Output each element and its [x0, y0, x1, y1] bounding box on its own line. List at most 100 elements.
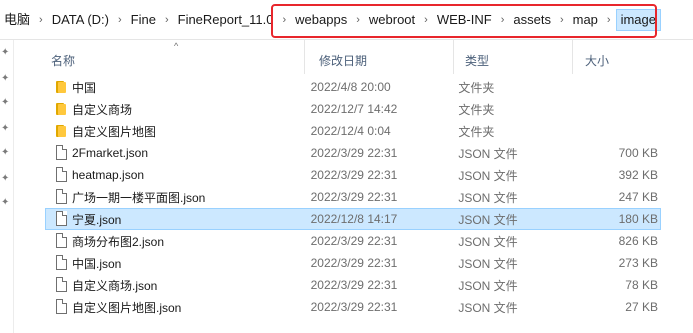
breadcrumb-item[interactable]: webapps: [291, 9, 351, 31]
file-modified-date: 2022/12/7 14:42: [310, 102, 398, 116]
breadcrumb-separator-icon[interactable]: ›: [555, 9, 569, 31]
file-name: 中国.json: [72, 256, 122, 271]
column-header-date[interactable]: 修改日期: [305, 40, 454, 74]
breadcrumb-separator-icon[interactable]: ›: [34, 9, 48, 31]
breadcrumb-separator-icon[interactable]: ›: [496, 9, 510, 31]
file-icon: [56, 255, 67, 270]
file-type: JSON 文件: [458, 212, 518, 227]
file-modified-date: 2022/3/29 22:31: [310, 146, 398, 160]
file-size: 180 KB: [618, 212, 658, 226]
column-header-date-label: 修改日期: [319, 54, 368, 68]
breadcrumb-separator-icon[interactable]: ›: [351, 9, 365, 31]
breadcrumb-separator-icon[interactable]: ›: [113, 9, 127, 31]
pin-icon[interactable]: ✦: [1, 198, 11, 208]
column-header-type[interactable]: 类型: [454, 40, 573, 74]
row-icon-cell: [46, 98, 66, 120]
breadcrumb-item[interactable]: Fine: [127, 9, 160, 31]
file-type: JSON 文件: [458, 300, 518, 315]
row-icon-cell: [46, 76, 66, 98]
file-name: 2Fmarket.json: [72, 146, 149, 160]
file-row[interactable]: 自定义商场.json 2022/3/29 22:31 JSON 文件 78 KB: [45, 274, 661, 296]
file-modified-date: 2022/3/29 22:31: [310, 234, 398, 248]
file-modified-date: 2022/3/29 22:31: [310, 168, 398, 182]
pin-icon[interactable]: ✦: [1, 98, 11, 108]
breadcrumb-item[interactable]: FineReport_11.0: [174, 9, 278, 31]
breadcrumb-item[interactable]: assets: [509, 9, 555, 31]
file-modified-date: 2022/12/4 0:04: [310, 124, 391, 138]
file-size: 27 KB: [625, 300, 658, 314]
file-row[interactable]: 广场一期一楼平面图.json 2022/3/29 22:31 JSON 文件 247 …: [45, 186, 661, 208]
file-list: 中国 2022/4/8 20:00 文件夹 自定义商场 2022/12/7 14:42 文…: [45, 76, 661, 318]
row-icon-cell: [46, 208, 67, 230]
breadcrumb-item[interactable]: image: [615, 9, 662, 31]
file-row[interactable]: 中国.json 2022/3/29 22:31 JSON 文件 273 KB: [45, 252, 661, 274]
pin-icon[interactable]: ✦: [1, 48, 11, 58]
file-icon: [56, 167, 67, 182]
file-modified-date: 2022/3/29 22:31: [310, 190, 398, 204]
file-icon: [56, 145, 67, 160]
folder-icon: [56, 81, 66, 93]
file-size: 273 KB: [618, 256, 658, 270]
row-icon-cell: [46, 164, 67, 186]
column-header-name-label: 名称: [51, 54, 76, 68]
breadcrumb-item[interactable]: 电脑: [0, 9, 34, 31]
file-type: JSON 文件: [458, 234, 518, 249]
pin-icon[interactable]: ✦: [1, 148, 11, 158]
file-row[interactable]: 商场分布图2.json 2022/3/29 22:31 JSON 文件 826 KB: [45, 230, 661, 252]
row-icon-cell: [46, 274, 67, 296]
sort-ascending-icon: ^: [174, 41, 179, 51]
pin-icon[interactable]: ✦: [1, 124, 11, 134]
column-header-type-label: 类型: [465, 54, 490, 68]
breadcrumb-separator-icon[interactable]: ›: [278, 9, 292, 31]
file-name: 宁夏.json: [72, 212, 122, 227]
folder-row[interactable]: 自定义图片地图 2022/12/4 0:04 文件夹: [45, 120, 661, 142]
file-size: 700 KB: [618, 146, 658, 160]
navigation-pane[interactable]: ✦ ✦ ✦ ✦ ✦ ✦ ✦: [0, 40, 14, 333]
breadcrumb-separator-icon[interactable]: ›: [160, 9, 174, 31]
file-size: 247 KB: [618, 190, 658, 204]
folder-row[interactable]: 自定义商场 2022/12/7 14:42 文件夹: [45, 98, 661, 120]
file-name: 广场一期一楼平面图.json: [72, 190, 206, 205]
file-size: 826 KB: [618, 234, 658, 248]
column-header: ^ 名称 修改日期 类型 大小: [14, 40, 693, 74]
file-modified-date: 2022/3/29 22:31: [310, 300, 398, 314]
breadcrumb-separator-icon[interactable]: ›: [419, 9, 433, 31]
file-row[interactable]: heatmap.json 2022/3/29 22:31 JSON 文件 392 KB: [45, 164, 661, 186]
breadcrumb-item[interactable]: webroot: [365, 9, 419, 31]
file-size: 78 KB: [625, 278, 658, 292]
breadcrumb-item[interactable]: DATA (D:): [48, 9, 113, 31]
file-modified-date: 2022/4/8 20:00: [310, 80, 391, 94]
column-header-size-label: 大小: [585, 54, 610, 68]
address-bar[interactable]: 电脑 › DATA (D:) › Fine › FineReport_11.0 › webapp…: [0, 0, 693, 40]
folder-icon: [56, 125, 66, 137]
row-icon-cell: [46, 142, 67, 164]
folder-icon: [56, 103, 66, 115]
file-type: JSON 文件: [458, 146, 518, 161]
row-icon-cell: [46, 252, 67, 274]
row-icon-cell: [46, 186, 67, 208]
file-icon: [56, 189, 67, 204]
breadcrumb-item[interactable]: WEB-INF: [433, 9, 496, 31]
file-name: 自定义图片地图.json: [72, 300, 182, 315]
file-type: JSON 文件: [458, 256, 518, 271]
file-name: 自定义商场: [72, 102, 133, 117]
pin-icon[interactable]: ✦: [1, 174, 11, 184]
file-name: 自定义商场.json: [72, 278, 158, 293]
file-icon: [56, 233, 67, 248]
pin-icon[interactable]: ✦: [1, 74, 11, 84]
file-type: JSON 文件: [458, 190, 518, 205]
file-name: 商场分布图2.json: [72, 234, 165, 249]
file-icon: [56, 211, 67, 226]
file-row[interactable]: 自定义图片地图.json 2022/3/29 22:31 JSON 文件 27 KB: [45, 296, 661, 318]
file-type: 文件夹: [458, 80, 495, 95]
breadcrumb-item[interactable]: map: [569, 9, 602, 31]
folder-row[interactable]: 中国 2022/4/8 20:00 文件夹: [45, 76, 661, 98]
file-type: JSON 文件: [458, 278, 518, 293]
file-row[interactable]: 宁夏.json 2022/12/8 14:17 JSON 文件 180 KB: [45, 208, 661, 230]
file-icon: [56, 299, 67, 314]
column-header-size[interactable]: 大小: [573, 40, 653, 74]
file-row[interactable]: 2Fmarket.json 2022/3/29 22:31 JSON 文件 700 K…: [45, 142, 661, 164]
file-type: JSON 文件: [458, 168, 518, 183]
breadcrumb-separator-icon[interactable]: ›: [602, 9, 616, 31]
column-header-name[interactable]: ^ 名称: [14, 40, 305, 74]
